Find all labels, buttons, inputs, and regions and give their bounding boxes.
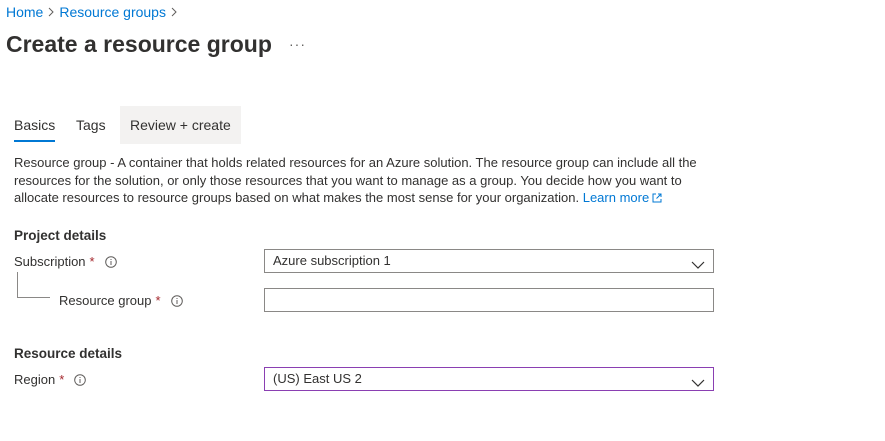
tab-tags-label: Tags [76, 117, 106, 133]
region-label: Region * [14, 372, 87, 387]
resource-group-label-text: Resource group [59, 293, 152, 308]
chevron-down-icon [691, 255, 705, 277]
subscription-label-text: Subscription [14, 254, 86, 269]
tab-review-create[interactable]: Review + create [120, 106, 241, 144]
subscription-label: Subscription * [14, 254, 117, 269]
region-dropdown[interactable]: (US) East US 2 [264, 367, 714, 391]
info-icon[interactable] [104, 255, 117, 268]
breadcrumb: Home Resource groups [6, 4, 182, 20]
resource-group-label: Resource group * [59, 293, 183, 308]
required-marker: * [155, 293, 161, 308]
external-link-icon [652, 190, 662, 208]
info-icon[interactable] [74, 373, 87, 386]
required-marker: * [59, 372, 65, 387]
page-title: Create a resource group [6, 31, 272, 57]
info-icon[interactable] [170, 294, 183, 307]
subscription-dropdown[interactable]: Azure subscription 1 [264, 249, 714, 273]
resource-group-description: Resource group - A container that holds … [14, 154, 704, 208]
resource-group-name-input[interactable] [264, 288, 714, 312]
more-options-button[interactable]: ··· [289, 36, 306, 52]
resource-details-heading: Resource details [14, 346, 123, 361]
learn-more-label: Learn more [582, 190, 650, 205]
breadcrumb-resource-groups-link[interactable]: Resource groups [59, 4, 166, 20]
breadcrumb-home-link[interactable]: Home [6, 4, 43, 20]
project-details-heading: Project details [14, 228, 107, 243]
region-label-text: Region [14, 372, 56, 387]
chevron-down-icon [691, 373, 705, 395]
tab-review-create-label: Review + create [130, 117, 231, 133]
description-term: Resource group [14, 155, 107, 170]
region-selected-value: (US) East US 2 [273, 371, 362, 386]
tab-basics-label: Basics [14, 117, 56, 133]
learn-more-link[interactable]: Learn more [583, 190, 662, 205]
tab-tags[interactable]: Tags [76, 106, 106, 144]
tree-connector-line [17, 272, 50, 298]
chevron-right-icon [43, 7, 59, 17]
tab-basics[interactable]: Basics [14, 106, 56, 144]
required-marker: * [89, 254, 95, 269]
chevron-right-icon [166, 7, 182, 17]
subscription-selected-value: Azure subscription 1 [273, 253, 391, 268]
